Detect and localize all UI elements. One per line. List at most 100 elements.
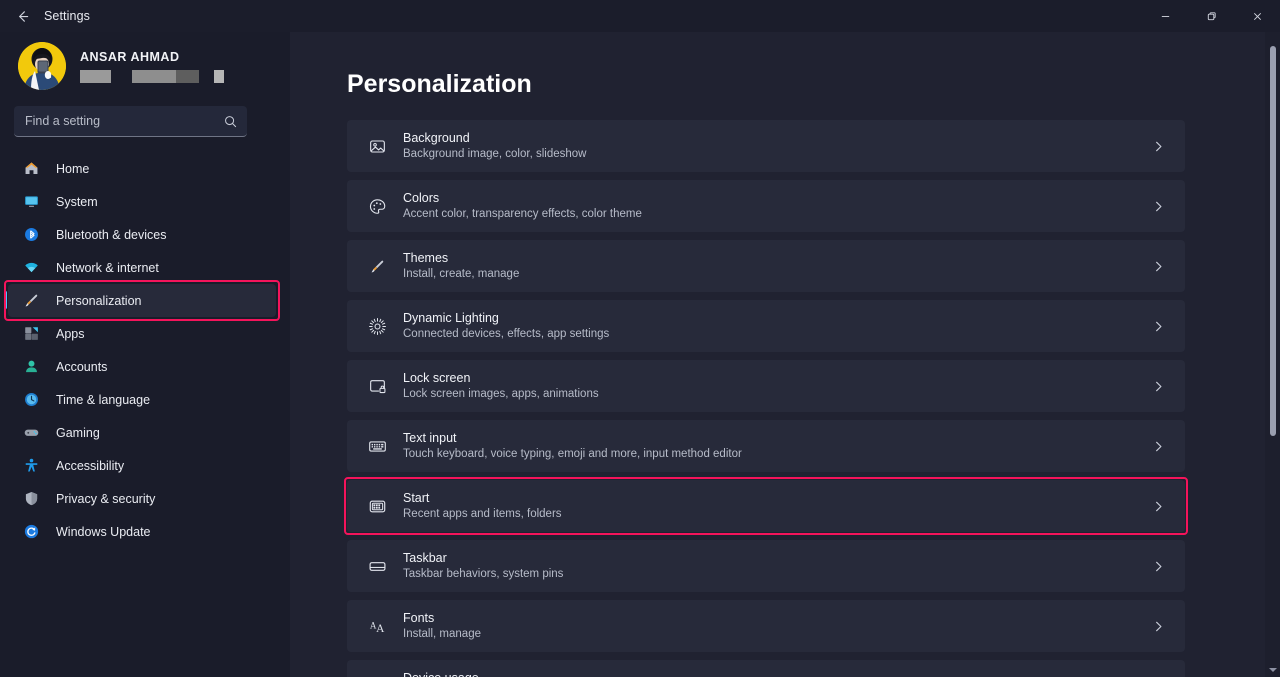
settings-window: Settings ANSAR AHMAD Find a setting Home… xyxy=(0,0,1280,677)
settings-item-title: Text input xyxy=(403,430,457,445)
settings-item-text-input[interactable]: Text input Touch keyboard, voice typing, … xyxy=(347,420,1185,472)
settings-item-background[interactable]: Background Background image, color, slide… xyxy=(347,120,1185,172)
settings-item-lock-screen[interactable]: Lock screen Lock screen images, apps, ani… xyxy=(347,360,1185,412)
search-area: Find a setting xyxy=(0,96,290,137)
settings-item-text: Lock screen Lock screen images, apps, ani… xyxy=(403,371,1152,402)
keyboard-icon xyxy=(359,437,395,456)
sidebar-item-label: Bluetooth & devices xyxy=(56,227,167,242)
settings-item-text: Text input Touch keyboard, voice typing, … xyxy=(403,431,1152,462)
minimize-button[interactable] xyxy=(1142,0,1188,32)
window-body: ANSAR AHMAD Find a setting Home System B… xyxy=(0,32,1280,677)
settings-item-title: Lock screen xyxy=(403,370,471,385)
sidebar-item-apps[interactable]: Apps xyxy=(8,317,276,350)
settings-item-title: Dynamic Lighting xyxy=(403,310,499,325)
sidebar-item-label: Time & language xyxy=(56,392,151,407)
chevron-right-icon[interactable] xyxy=(1152,560,1165,573)
sidebar-nav: Home System Bluetooth & devices Network & i… xyxy=(0,152,290,548)
settings-item-themes[interactable]: Themes Install, create, manage xyxy=(347,240,1185,292)
accounts-icon xyxy=(20,358,42,375)
settings-item-title: Background xyxy=(403,130,470,145)
clock-icon xyxy=(20,391,42,408)
chevron-right-icon[interactable] xyxy=(1152,320,1165,333)
title-bar: Settings xyxy=(0,0,1280,32)
sidebar-item-label: Home xyxy=(56,161,90,176)
close-button[interactable] xyxy=(1234,0,1280,32)
svg-text:A: A xyxy=(376,623,385,635)
sidebar-item-privacy-security[interactable]: Privacy & security xyxy=(8,482,276,515)
sidebar-item-personalization[interactable]: Personalization xyxy=(4,284,276,317)
fonts-icon: AA xyxy=(359,617,395,636)
settings-item-text: Colors Accent color, transparency effects… xyxy=(403,191,1152,222)
sidebar-item-label: Network & internet xyxy=(56,260,159,275)
window-title: Settings xyxy=(44,9,90,23)
sidebar-item-accessibility[interactable]: Accessibility xyxy=(8,449,276,482)
lock-screen-icon xyxy=(359,377,395,396)
sidebar-item-label: Windows Update xyxy=(56,524,151,539)
apps-icon xyxy=(20,325,42,342)
settings-item-device-usage[interactable]: Device usageSelect all the ways you plan… xyxy=(347,660,1185,677)
lighting-icon xyxy=(359,317,395,336)
maximize-button[interactable] xyxy=(1188,0,1234,32)
settings-item-text: Background Background image, color, slide… xyxy=(403,131,1152,162)
sidebar-item-gaming[interactable]: Gaming xyxy=(8,416,276,449)
chevron-right-icon[interactable] xyxy=(1152,440,1165,453)
settings-item-title: Device usage xyxy=(403,671,1152,677)
accessibility-icon xyxy=(20,457,42,474)
chevron-right-icon[interactable] xyxy=(1152,260,1165,273)
scrollbar-down-arrow[interactable] xyxy=(1265,663,1280,677)
chevron-right-icon[interactable] xyxy=(1152,620,1165,633)
settings-item-description: Connected devices, effects, app settings xyxy=(403,327,610,340)
settings-item-taskbar[interactable]: Taskbar Taskbar behaviors, system pins xyxy=(347,540,1185,592)
sidebar-item-time-language[interactable]: Time & language xyxy=(8,383,276,416)
shield-icon xyxy=(20,490,42,507)
profile-name: ANSAR AHMAD xyxy=(80,49,180,64)
settings-item-title: Colors xyxy=(403,190,440,205)
system-icon xyxy=(20,193,42,210)
gamepad-icon xyxy=(20,424,42,441)
settings-item-text: Device usageSelect all the ways you plan… xyxy=(403,671,1152,677)
sidebar-item-label: Accessibility xyxy=(56,458,125,473)
chevron-right-icon[interactable] xyxy=(1152,380,1165,393)
back-arrow-icon[interactable] xyxy=(6,2,38,30)
search-icon xyxy=(224,115,237,128)
sidebar: ANSAR AHMAD Find a setting Home System B… xyxy=(0,32,290,677)
sidebar-item-label: Gaming xyxy=(56,425,100,440)
page-title: Personalization xyxy=(347,70,532,98)
settings-item-text: Taskbar Taskbar behaviors, system pins xyxy=(403,551,1152,582)
settings-item-text: Fonts Install, manage xyxy=(403,611,1152,642)
sidebar-item-network-internet[interactable]: Network & internet xyxy=(8,251,276,284)
palette-icon xyxy=(359,197,395,216)
scrollbar-thumb[interactable] xyxy=(1270,46,1276,436)
settings-item-description: Background image, color, slideshow xyxy=(403,147,587,160)
sidebar-item-label: Privacy & security xyxy=(56,491,156,506)
settings-item-dynamic-lighting[interactable]: Dynamic Lighting Connected devices, effec… xyxy=(347,300,1185,352)
sidebar-item-home[interactable]: Home xyxy=(8,152,276,185)
sidebar-item-bluetooth-devices[interactable]: Bluetooth & devices xyxy=(8,218,276,251)
sidebar-item-windows-update[interactable]: Windows Update xyxy=(8,515,276,548)
settings-item-description: Accent color, transparency effects, colo… xyxy=(403,207,642,220)
settings-item-colors[interactable]: Colors Accent color, transparency effects… xyxy=(347,180,1185,232)
sidebar-item-accounts[interactable]: Accounts xyxy=(8,350,276,383)
sidebar-item-label: System xyxy=(56,194,98,209)
chevron-right-icon[interactable] xyxy=(1152,140,1165,153)
settings-item-title: Themes xyxy=(403,250,449,265)
sidebar-item-system[interactable]: System xyxy=(8,185,276,218)
content-scrollbar[interactable] xyxy=(1265,32,1280,677)
bluetooth-icon xyxy=(20,226,42,243)
home-icon xyxy=(20,160,42,177)
search-input[interactable]: Find a setting xyxy=(14,106,247,137)
sidebar-item-label: Accounts xyxy=(56,359,108,374)
settings-item-description: Lock screen images, apps, animations xyxy=(403,387,599,400)
settings-item-fonts[interactable]: A A Fonts Install, manage xyxy=(347,600,1185,652)
sidebar-item-label: Apps xyxy=(56,326,85,341)
paintbrush-icon xyxy=(20,292,42,309)
settings-list: Background Background image, color, slide… xyxy=(290,120,1280,677)
profile-block[interactable]: ANSAR AHMAD xyxy=(0,32,290,96)
settings-item-description: Taskbar behaviors, system pins xyxy=(403,567,564,580)
settings-item-start[interactable]: Start Recent apps and items, folders xyxy=(347,480,1185,532)
window-controls xyxy=(1142,0,1280,32)
chevron-right-icon[interactable] xyxy=(1152,500,1165,513)
chevron-right-icon[interactable] xyxy=(1152,200,1165,213)
profile-text: ANSAR AHMAD xyxy=(80,50,224,83)
paintbrush-icon xyxy=(359,258,395,275)
